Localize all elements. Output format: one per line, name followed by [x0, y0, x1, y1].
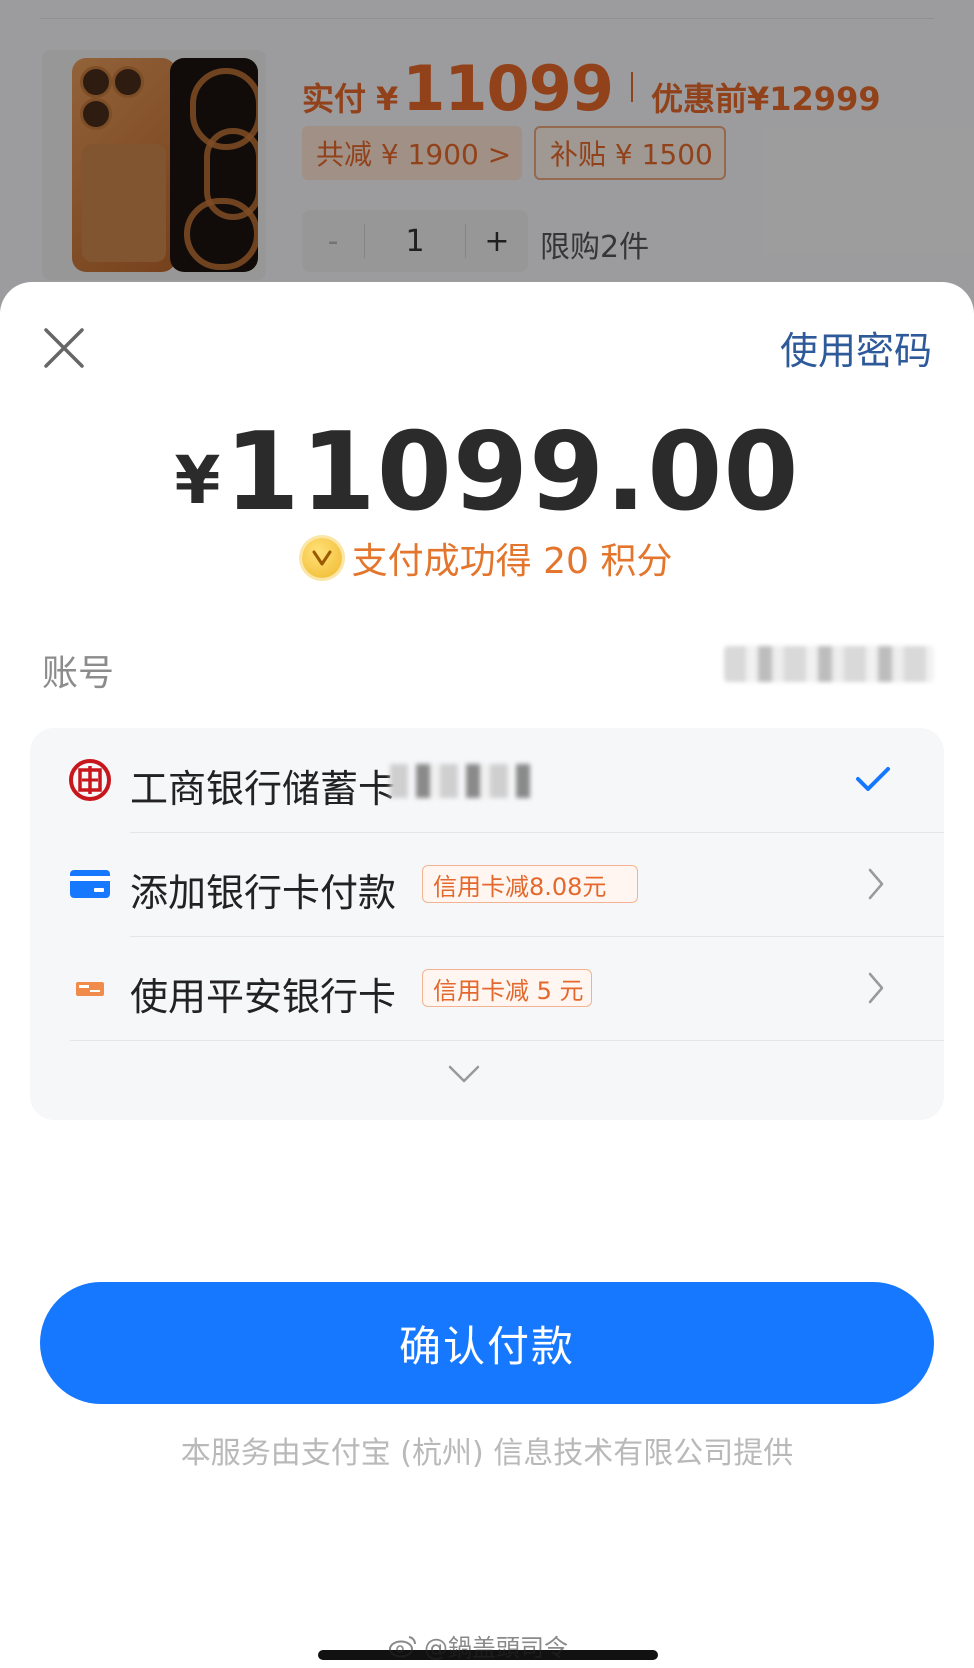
points-reward: 支付成功得 20 积分 — [0, 532, 974, 584]
check-icon — [856, 767, 890, 791]
chevron-right-icon — [868, 868, 884, 900]
chevron-down-icon[interactable] — [447, 1064, 481, 1084]
points-text: 支付成功得 20 积分 — [351, 541, 673, 582]
payment-method-add-card[interactable]: 添加银行卡付款 信用卡减8.08元 — [30, 832, 944, 936]
payment-methods-list: 工商银行储蓄卡 添加银行卡付款 信用卡减8.08元 使用平安银行卡 信用卡减 5… — [30, 728, 944, 1120]
chevron-right-icon — [868, 972, 884, 1004]
service-provider-note: 本服务由支付宝 (杭州) 信息技术有限公司提供 — [180, 1436, 794, 1471]
pingan-card-icon — [76, 982, 104, 996]
use-password-link[interactable]: 使用密码 — [780, 320, 932, 375]
payment-method-pingan[interactable]: 使用平安银行卡 信用卡减 5 元 — [30, 936, 944, 1040]
card-icon — [70, 870, 110, 898]
watermark-text: @鍋盖頭司令 — [424, 1634, 568, 1662]
watermark: @鍋盖頭司令 — [388, 1628, 568, 1663]
promo-tag: 信用卡减8.08元 — [422, 865, 638, 903]
amount-value: 11099.00 — [224, 410, 800, 535]
payment-amount: ¥11099.00 — [0, 410, 974, 535]
product-page-background: 实付 ¥ 11099 优惠前 ¥12999 共减 ¥ 1900 > 补贴 ¥ 1… — [0, 0, 974, 330]
modal-overlay[interactable] — [0, 0, 974, 330]
payment-sheet: 使用密码 ¥11099.00 支付成功得 20 积分 账号 工商银行储蓄卡 添加… — [0, 282, 974, 1668]
card-number-redacted — [390, 764, 530, 798]
payment-method-icbc[interactable]: 工商银行储蓄卡 — [30, 728, 944, 832]
account-value-redacted — [724, 646, 934, 682]
points-coin-icon — [301, 538, 342, 578]
payment-method-label: 工商银行储蓄卡 — [130, 767, 397, 811]
payment-method-label: 添加银行卡付款 — [130, 871, 397, 915]
close-icon[interactable] — [38, 322, 90, 374]
icbc-logo-icon — [69, 759, 111, 801]
divider — [70, 1040, 944, 1041]
confirm-payment-button[interactable]: 确认付款 — [40, 1282, 934, 1404]
weibo-icon — [389, 1635, 417, 1657]
currency-symbol: ¥ — [174, 442, 221, 519]
account-label: 账号 — [42, 653, 115, 694]
payment-method-label: 使用平安银行卡 — [130, 975, 397, 1019]
promo-tag: 信用卡减 5 元 — [422, 969, 592, 1007]
